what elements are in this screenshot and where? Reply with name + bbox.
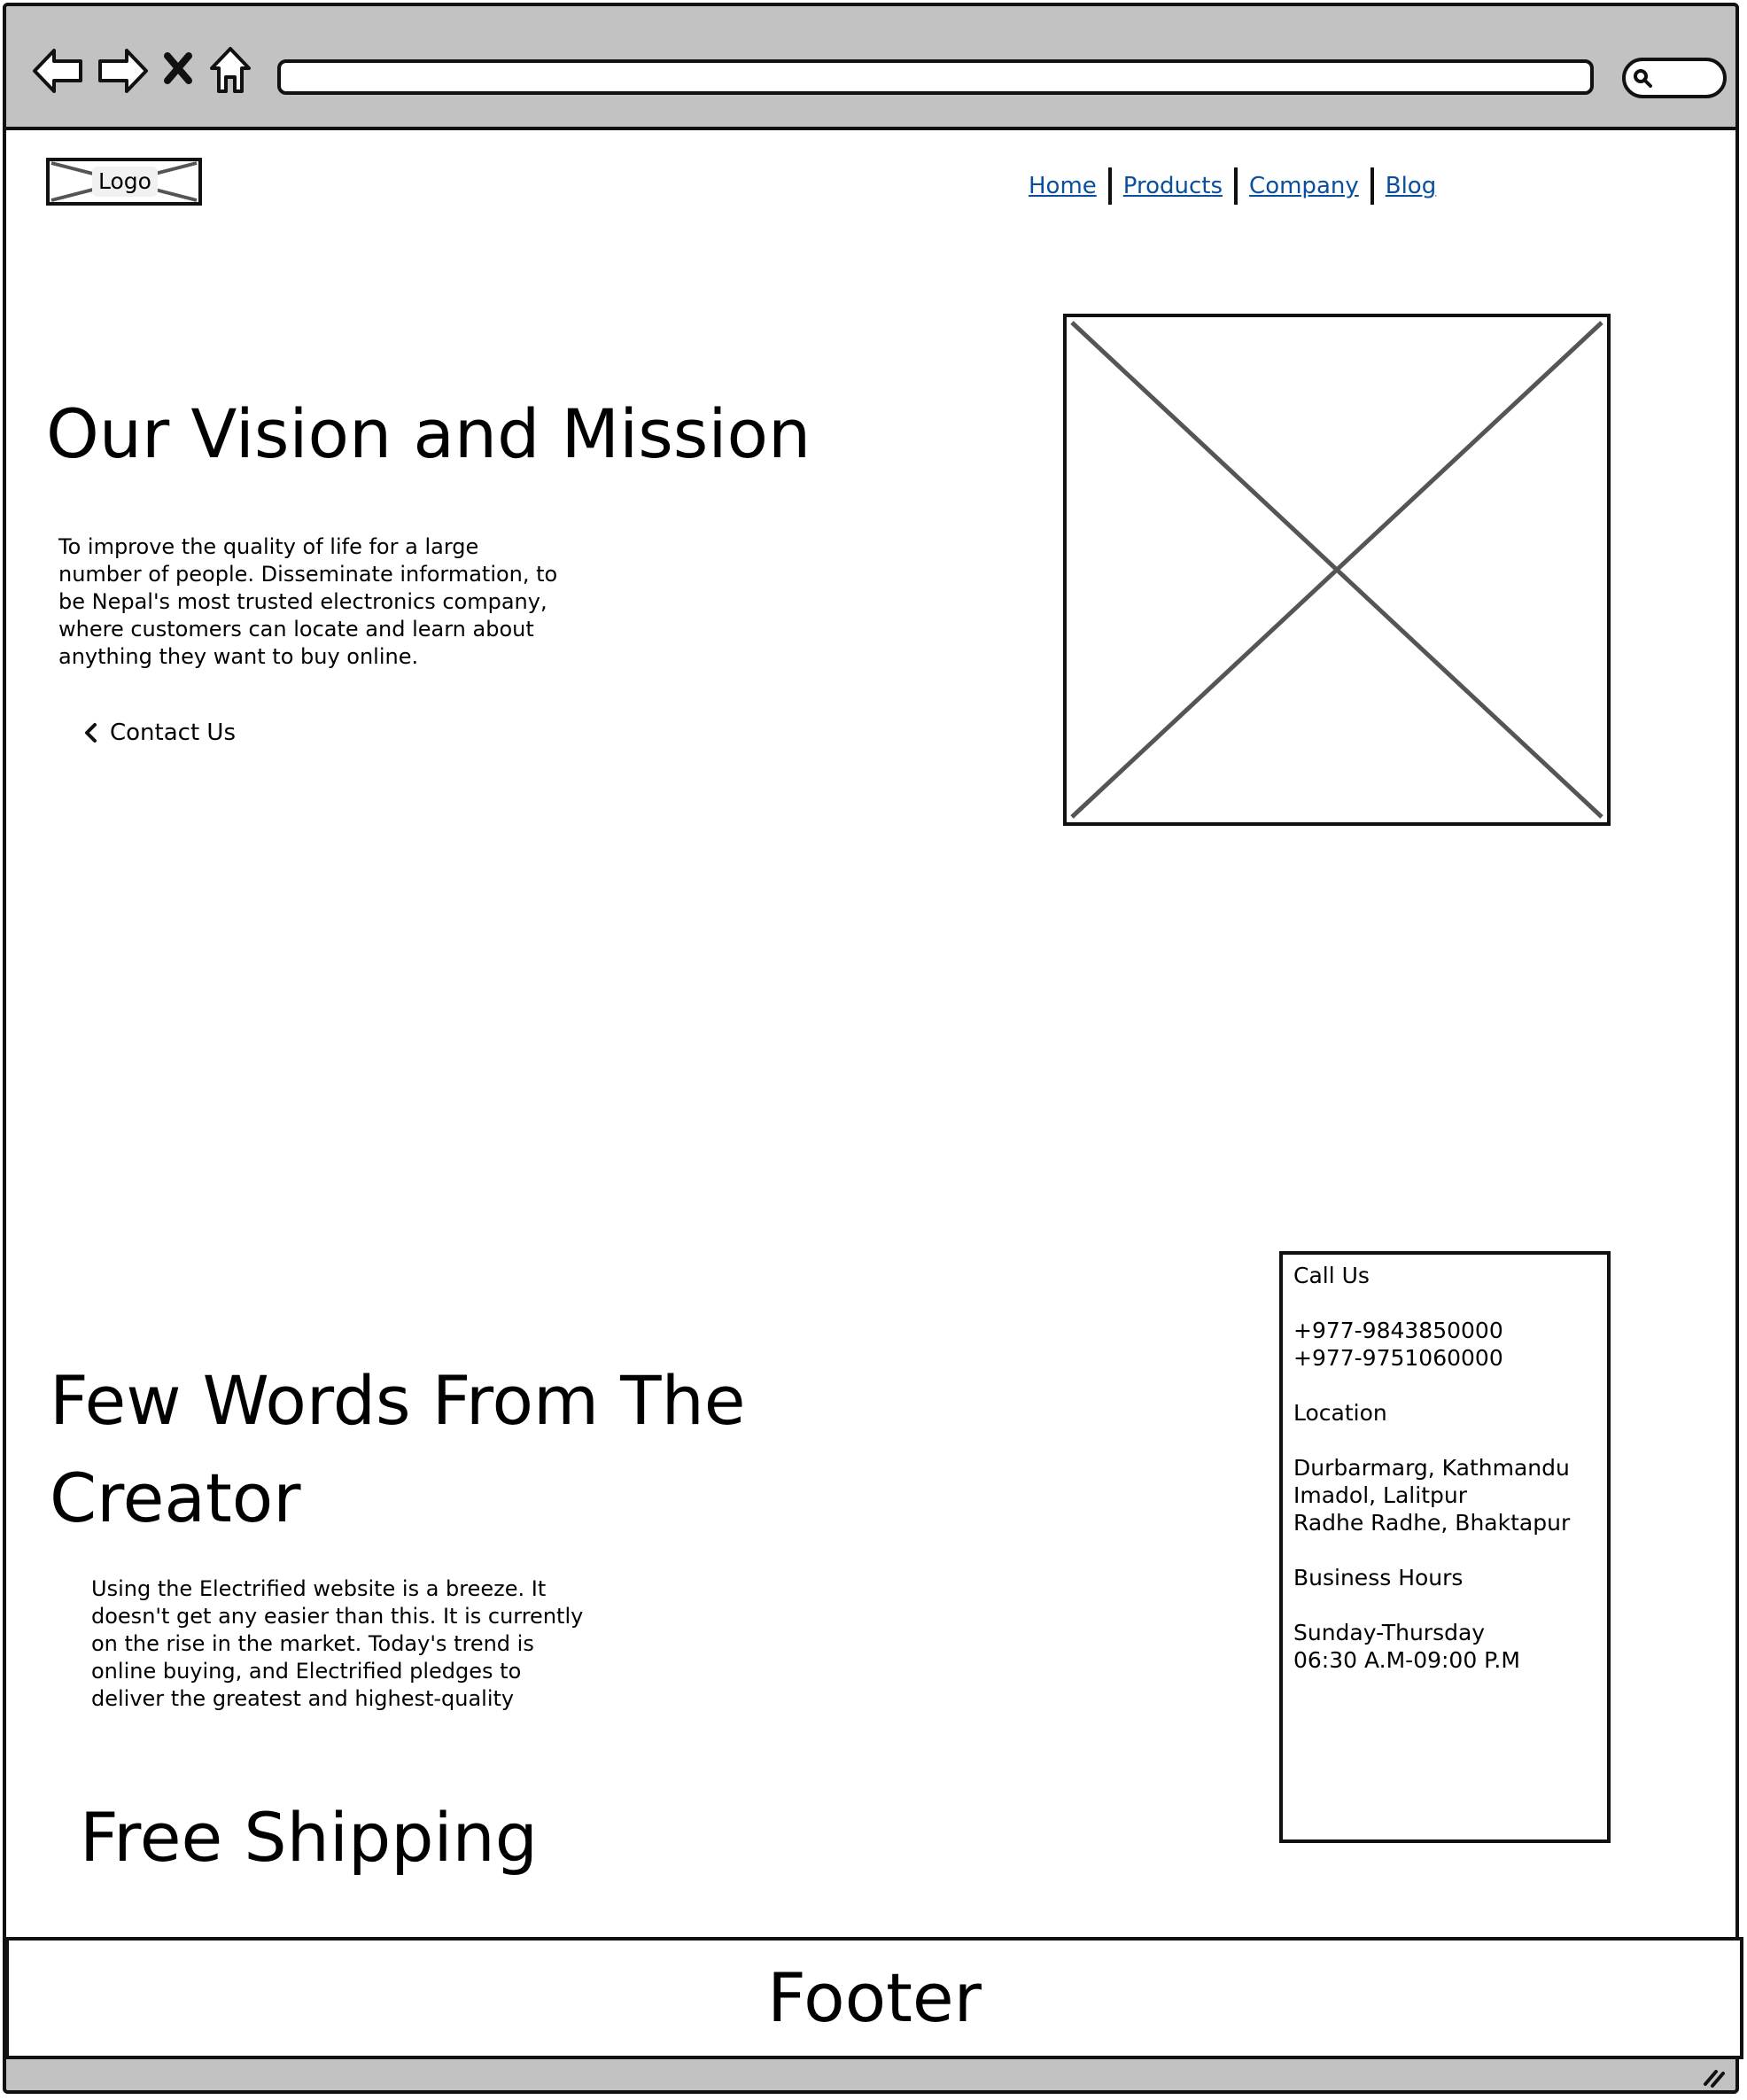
search-button[interactable] — [1622, 58, 1727, 98]
vision-text: To improve the quality of life for a lar… — [58, 534, 558, 669]
location-heading: Location — [1293, 1400, 1387, 1426]
chevron-left-icon — [85, 723, 97, 743]
creator-text: Using the Electrified website is a breez… — [91, 1576, 584, 1711]
contact-us-link[interactable]: Contact Us — [83, 719, 236, 746]
business-hours-heading: Business Hours — [1293, 1565, 1464, 1591]
back-arrow-icon[interactable] — [29, 42, 88, 100]
image-placeholder — [1063, 314, 1611, 826]
vision-heading: Our Vision and Mission — [46, 394, 811, 473]
free-shipping-heading: Free Shipping — [80, 1798, 538, 1877]
location-item: Durbarmarg, Kathmandu — [1293, 1455, 1570, 1481]
call-us-heading: Call Us — [1293, 1263, 1370, 1288]
address-bar[interactable] — [277, 59, 1594, 95]
contact-us-label: Contact Us — [110, 719, 236, 746]
search-icon — [1634, 69, 1652, 88]
phone-number: +977-9843850000 — [1293, 1318, 1503, 1343]
forward-arrow-icon[interactable] — [93, 42, 151, 100]
nav-link-company[interactable]: Company — [1238, 173, 1370, 199]
nav-link-products[interactable]: Products — [1112, 173, 1234, 199]
business-days: Sunday-Thursday — [1293, 1620, 1486, 1645]
phone-number: +977-9751060000 — [1293, 1345, 1503, 1371]
close-icon[interactable] — [160, 42, 196, 100]
home-icon[interactable] — [206, 42, 265, 100]
browser-toolbar — [3, 3, 1739, 130]
logo-label: Logo — [92, 167, 158, 197]
nav-link-home[interactable]: Home — [1017, 173, 1108, 199]
status-bar — [3, 2059, 1739, 2094]
nav-link-blog[interactable]: Blog — [1374, 173, 1448, 199]
business-time: 06:30 A.M-09:00 P.M — [1293, 1647, 1520, 1673]
main-nav: Home Products Company Blog — [1017, 165, 1448, 207]
location-item: Imadol, Lalitpur — [1293, 1482, 1467, 1508]
contact-info-box: Call Us +977-9843850000 +977-9751060000 … — [1279, 1251, 1611, 1843]
location-item: Radhe Radhe, Bhaktapur — [1293, 1510, 1571, 1536]
image-placeholder-icon — [1070, 321, 1603, 819]
footer: Footer — [5, 1937, 1743, 2059]
logo[interactable]: Logo — [46, 158, 202, 206]
creator-heading: Few Words From The Creator — [50, 1361, 746, 1537]
resize-grip-icon[interactable] — [1700, 2063, 1727, 2089]
